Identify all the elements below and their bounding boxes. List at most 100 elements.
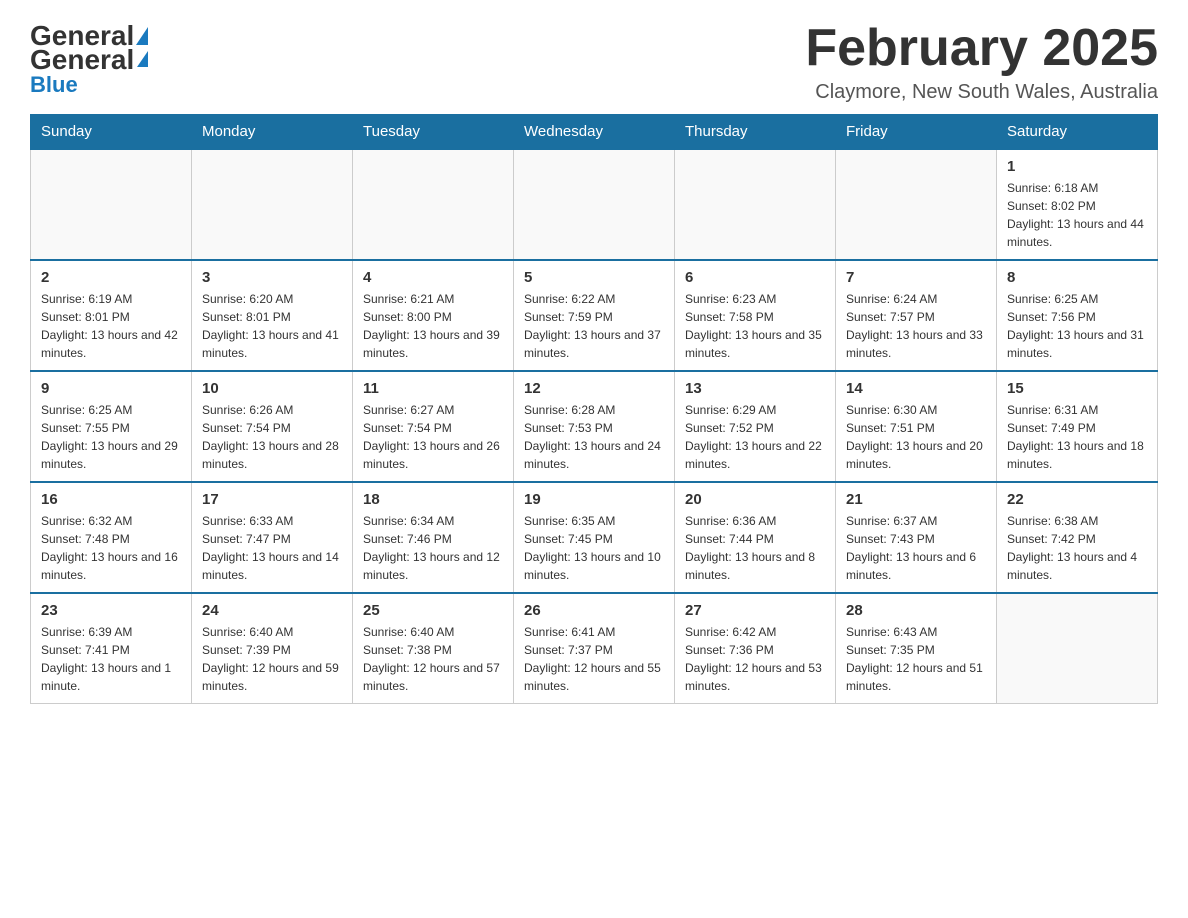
- calendar-week-row: 9Sunrise: 6:25 AMSunset: 7:55 PMDaylight…: [31, 371, 1158, 482]
- table-row: 4 Sunrise: 6:21 AMSunset: 8:00 PMDaylight…: [353, 260, 514, 371]
- day-info: Sunrise: 6:43 AMSunset: 7:35 PMDaylight:…: [846, 623, 986, 695]
- table-row: 21 Sunrise: 6:37 AMSunset: 7:43 PMDayligh…: [836, 482, 997, 593]
- col-thursday: Thursday: [675, 115, 836, 150]
- day-number: 16: [41, 491, 181, 508]
- month-title: February 2025: [805, 20, 1158, 77]
- table-row: [836, 149, 997, 260]
- day-number: 1: [1007, 158, 1147, 175]
- day-number: 12: [524, 380, 664, 397]
- day-number: 24: [202, 602, 342, 619]
- day-number: 27: [685, 602, 825, 619]
- day-number: 25: [363, 602, 503, 619]
- day-info: Sunrise: 6:33 AMSunset: 7:47 PMDaylight:…: [202, 512, 342, 584]
- day-info: Sunrise: 6:27 AMSunset: 7:54 PMDaylight:…: [363, 401, 503, 473]
- day-number: 3: [202, 269, 342, 286]
- table-row: 15 Sunrise: 6:31 AMSunset: 7:49 PMDayligh…: [997, 371, 1158, 482]
- day-info: Sunrise: 6:21 AMSunset: 8:00 PMDaylight:…: [363, 290, 503, 362]
- table-row: 22 Sunrise: 6:38 AMSunset: 7:42 PMDayligh…: [997, 482, 1158, 593]
- day-info: Sunrise: 6:42 AMSunset: 7:36 PMDaylight:…: [685, 623, 825, 695]
- day-info: Sunrise: 6:36 AMSunset: 7:44 PMDaylight:…: [685, 512, 825, 584]
- day-info: Sunrise: 6:31 AMSunset: 7:49 PMDaylight:…: [1007, 401, 1147, 473]
- table-row: 5 Sunrise: 6:22 AMSunset: 7:59 PMDaylight…: [514, 260, 675, 371]
- day-number: 7: [846, 269, 986, 286]
- table-row: 26 Sunrise: 6:41 AMSunset: 7:37 PMDayligh…: [514, 593, 675, 704]
- day-number: 4: [363, 269, 503, 286]
- table-row: 10Sunrise: 6:26 AMSunset: 7:54 PMDayligh…: [192, 371, 353, 482]
- logo-triangle-icon: [136, 27, 148, 45]
- table-row: 28 Sunrise: 6:43 AMSunset: 7:35 PMDayligh…: [836, 593, 997, 704]
- day-number: 26: [524, 602, 664, 619]
- table-row: 27 Sunrise: 6:42 AMSunset: 7:36 PMDayligh…: [675, 593, 836, 704]
- day-number: 11: [363, 380, 503, 397]
- table-row: 24 Sunrise: 6:40 AMSunset: 7:39 PMDayligh…: [192, 593, 353, 704]
- table-row: [192, 149, 353, 260]
- day-info: Sunrise: 6:38 AMSunset: 7:42 PMDaylight:…: [1007, 512, 1147, 584]
- logo: General General Blue: [30, 20, 148, 98]
- page-header: General General Blue February 2025 Claym…: [30, 20, 1158, 104]
- table-row: 16 Sunrise: 6:32 AMSunset: 7:48 PMDayligh…: [31, 482, 192, 593]
- calendar-week-row: 23Sunrise: 6:39 AMSunset: 7:41 PMDayligh…: [31, 593, 1158, 704]
- day-number: 14: [846, 380, 986, 397]
- day-info: Sunrise: 6:23 AMSunset: 7:58 PMDaylight:…: [685, 290, 825, 362]
- title-block: February 2025 Claymore, New South Wales,…: [805, 20, 1158, 104]
- logo-arrow-icon: [137, 51, 148, 67]
- day-info: Sunrise: 6:30 AMSunset: 7:51 PMDaylight:…: [846, 401, 986, 473]
- table-row: 18Sunrise: 6:34 AMSunset: 7:46 PMDayligh…: [353, 482, 514, 593]
- day-info: Sunrise: 6:18 AMSunset: 8:02 PMDaylight:…: [1007, 179, 1147, 251]
- day-info: Sunrise: 6:40 AMSunset: 7:39 PMDaylight:…: [202, 623, 342, 695]
- location-subtitle: Claymore, New South Wales, Australia: [805, 81, 1158, 104]
- table-row: 13 Sunrise: 6:29 AMSunset: 7:52 PMDayligh…: [675, 371, 836, 482]
- table-row: [997, 593, 1158, 704]
- day-number: 22: [1007, 491, 1147, 508]
- calendar-table: Sunday Monday Tuesday Wednesday Thursday…: [30, 114, 1158, 704]
- day-number: 28: [846, 602, 986, 619]
- day-info: Sunrise: 6:37 AMSunset: 7:43 PMDaylight:…: [846, 512, 986, 584]
- table-row: 7 Sunrise: 6:24 AMSunset: 7:57 PMDaylight…: [836, 260, 997, 371]
- day-number: 5: [524, 269, 664, 286]
- day-info: Sunrise: 6:41 AMSunset: 7:37 PMDaylight:…: [524, 623, 664, 695]
- logo-blue-label: Blue: [30, 72, 78, 98]
- day-number: 17: [202, 491, 342, 508]
- day-number: 6: [685, 269, 825, 286]
- day-info: Sunrise: 6:32 AMSunset: 7:48 PMDaylight:…: [41, 512, 181, 584]
- day-number: 2: [41, 269, 181, 286]
- table-row: 17 Sunrise: 6:33 AMSunset: 7:47 PMDayligh…: [192, 482, 353, 593]
- day-number: 20: [685, 491, 825, 508]
- calendar-week-row: 16 Sunrise: 6:32 AMSunset: 7:48 PMDayligh…: [31, 482, 1158, 593]
- table-row: 8 Sunrise: 6:25 AMSunset: 7:56 PMDaylight…: [997, 260, 1158, 371]
- table-row: [31, 149, 192, 260]
- day-info: Sunrise: 6:25 AMSunset: 7:55 PMDaylight:…: [41, 401, 181, 473]
- table-row: 1 Sunrise: 6:18 AMSunset: 8:02 PMDaylight…: [997, 149, 1158, 260]
- day-number: 21: [846, 491, 986, 508]
- calendar-week-row: 2 Sunrise: 6:19 AMSunset: 8:01 PMDaylight…: [31, 260, 1158, 371]
- col-tuesday: Tuesday: [353, 115, 514, 150]
- day-number: 23: [41, 602, 181, 619]
- day-info: Sunrise: 6:35 AMSunset: 7:45 PMDaylight:…: [524, 512, 664, 584]
- table-row: 14 Sunrise: 6:30 AMSunset: 7:51 PMDayligh…: [836, 371, 997, 482]
- day-info: Sunrise: 6:22 AMSunset: 7:59 PMDaylight:…: [524, 290, 664, 362]
- day-info: Sunrise: 6:25 AMSunset: 7:56 PMDaylight:…: [1007, 290, 1147, 362]
- calendar-header-row: Sunday Monday Tuesday Wednesday Thursday…: [31, 115, 1158, 150]
- table-row: 2 Sunrise: 6:19 AMSunset: 8:01 PMDaylight…: [31, 260, 192, 371]
- col-friday: Friday: [836, 115, 997, 150]
- day-number: 13: [685, 380, 825, 397]
- table-row: 19Sunrise: 6:35 AMSunset: 7:45 PMDayligh…: [514, 482, 675, 593]
- day-number: 8: [1007, 269, 1147, 286]
- day-info: Sunrise: 6:29 AMSunset: 7:52 PMDaylight:…: [685, 401, 825, 473]
- table-row: 9Sunrise: 6:25 AMSunset: 7:55 PMDaylight…: [31, 371, 192, 482]
- calendar-week-row: 1 Sunrise: 6:18 AMSunset: 8:02 PMDaylight…: [31, 149, 1158, 260]
- day-info: Sunrise: 6:20 AMSunset: 8:01 PMDaylight:…: [202, 290, 342, 362]
- table-row: 23Sunrise: 6:39 AMSunset: 7:41 PMDayligh…: [31, 593, 192, 704]
- day-info: Sunrise: 6:40 AMSunset: 7:38 PMDaylight:…: [363, 623, 503, 695]
- table-row: 6 Sunrise: 6:23 AMSunset: 7:58 PMDaylight…: [675, 260, 836, 371]
- day-info: Sunrise: 6:19 AMSunset: 8:01 PMDaylight:…: [41, 290, 181, 362]
- table-row: [353, 149, 514, 260]
- day-info: Sunrise: 6:26 AMSunset: 7:54 PMDaylight:…: [202, 401, 342, 473]
- table-row: [675, 149, 836, 260]
- table-row: 11 Sunrise: 6:27 AMSunset: 7:54 PMDayligh…: [353, 371, 514, 482]
- table-row: [514, 149, 675, 260]
- table-row: 25 Sunrise: 6:40 AMSunset: 7:38 PMDayligh…: [353, 593, 514, 704]
- col-monday: Monday: [192, 115, 353, 150]
- day-info: Sunrise: 6:24 AMSunset: 7:57 PMDaylight:…: [846, 290, 986, 362]
- day-number: 15: [1007, 380, 1147, 397]
